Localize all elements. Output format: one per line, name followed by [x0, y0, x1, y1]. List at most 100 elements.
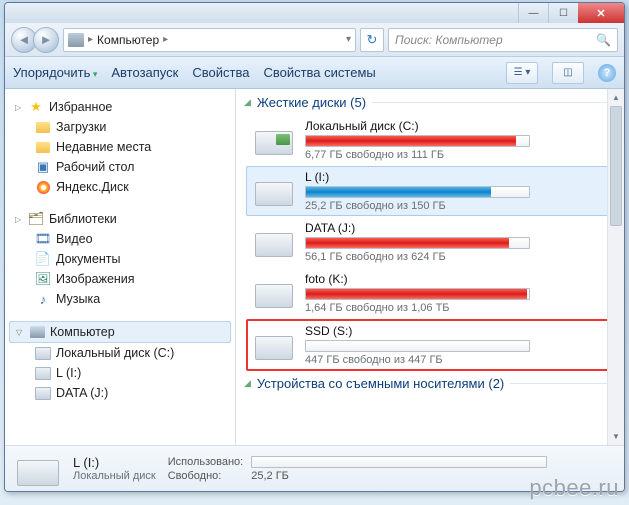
category-hard-disks[interactable]: ◢ Жесткие диски (5): [244, 91, 622, 114]
organize-menu[interactable]: Упорядочить: [13, 65, 97, 80]
desktop-icon: ▣: [35, 159, 51, 175]
address-history-dropdown[interactable]: ▾: [346, 34, 351, 45]
capacity-bar: [305, 340, 530, 352]
sidebar-item-label: Видео: [56, 232, 93, 246]
computer-label: Компьютер: [50, 325, 115, 339]
folder-icon: [35, 119, 51, 135]
sidebar-item-recent[interactable]: Недавние места: [9, 137, 231, 157]
sidebar-item-label: Яндекс.Диск: [56, 180, 129, 194]
content-pane: ◢ Жесткие диски (5) Локальный диск (C:) 6…: [236, 89, 624, 445]
help-button[interactable]: ?: [598, 64, 616, 82]
view-options-button[interactable]: ☰ ▾: [506, 62, 538, 84]
libraries-header[interactable]: ▷ 🗂 Библиотеки: [9, 209, 231, 229]
favorites-header[interactable]: ▷ ★ Избранное: [9, 97, 231, 117]
selected-drive-name: L (I:): [73, 455, 156, 470]
hdd-icon: [17, 452, 61, 486]
sidebar-item-desktop[interactable]: ▣ Рабочий стол: [9, 157, 231, 177]
sidebar-item-pictures[interactable]: 🖼Изображения: [9, 269, 231, 289]
titlebar: [5, 3, 624, 23]
hdd-icon: [35, 365, 51, 381]
sidebar-item-disk-data[interactable]: DATA (J:): [9, 383, 231, 403]
sidebar-item-yandex-disk[interactable]: Яндекс.Диск: [9, 177, 231, 197]
hdd-icon: [35, 385, 51, 401]
capacity-bar: [305, 135, 530, 147]
drive-free-text: 447 ГБ свободно из 447 ГБ: [305, 352, 613, 366]
drive-free-text: 1,64 ГБ свободно из 1,06 ТБ: [305, 300, 613, 314]
sidebar-item-label: Документы: [56, 252, 120, 266]
sidebar-item-local-disk-c[interactable]: Локальный диск (C:): [9, 343, 231, 363]
hdd-icon: [253, 170, 295, 206]
scroll-up-icon[interactable]: ▲: [608, 89, 624, 106]
breadcrumb[interactable]: Компьютер: [97, 33, 159, 47]
capacity-bar: [305, 186, 530, 198]
search-icon: 🔍: [596, 33, 611, 47]
category-removable[interactable]: ◢ Устройства со съемными носителями (2): [244, 372, 622, 395]
drive-item[interactable]: DATA (J:) 56,1 ГБ свободно из 624 ГБ: [246, 217, 620, 267]
collapse-icon: ▷: [15, 215, 23, 224]
system-properties-button[interactable]: Свойства системы: [263, 65, 375, 80]
sidebar-item-documents[interactable]: 📄 Документы: [9, 249, 231, 269]
drive-name: foto (K:): [305, 272, 613, 288]
hdd-icon: [253, 119, 295, 155]
computer-header[interactable]: ▽ Компьютер: [9, 321, 231, 343]
nav-toolbar: ◄ ► ▸ Компьютер ▸ ▾ ↻ Поиск: Компьютер 🔍: [5, 23, 624, 57]
drive-free-text: 6,77 ГБ свободно из 111 ГБ: [305, 147, 613, 161]
search-placeholder: Поиск: Компьютер: [395, 33, 503, 47]
scrollbar-thumb[interactable]: [610, 106, 622, 226]
drive-free-text: 56,1 ГБ свободно из 624 ГБ: [305, 249, 613, 263]
documents-icon: 📄: [35, 251, 51, 267]
libraries-icon: 🗂: [28, 211, 44, 227]
video-icon: 🎞: [35, 231, 51, 247]
properties-button[interactable]: Свойства: [192, 65, 249, 80]
address-bar[interactable]: ▸ Компьютер ▸ ▾: [63, 28, 356, 52]
sidebar-item-disk-l[interactable]: L (I:): [9, 363, 231, 383]
sidebar-item-label: L (I:): [56, 366, 81, 380]
yandex-disk-icon: [35, 179, 51, 195]
search-input[interactable]: Поиск: Компьютер 🔍: [388, 28, 618, 52]
chevron-right-icon[interactable]: ▸: [163, 34, 168, 45]
collapse-icon: ◢: [244, 378, 251, 389]
capacity-bar: [305, 237, 530, 249]
expand-icon: ▽: [16, 328, 24, 337]
scroll-down-icon[interactable]: ▼: [608, 428, 624, 445]
drive-name: SSD (S:): [305, 324, 613, 340]
sidebar-item-music[interactable]: ♪ Музыка: [9, 289, 231, 309]
capacity-bar: [305, 288, 530, 300]
used-label: Использовано:: [168, 456, 244, 468]
drive-free-text: 25,2 ГБ свободно из 150 ГБ: [305, 198, 613, 212]
sidebar-item-label: Рабочий стол: [56, 160, 134, 174]
drive-item[interactable]: SSD (S:) 447 ГБ свободно из 447 ГБ: [246, 319, 620, 371]
chevron-right-icon: ▸: [88, 34, 93, 45]
category-label: Устройства со съемными носителями (2): [257, 376, 504, 391]
watermark: pcbee.ru: [529, 475, 619, 501]
minimize-button[interactable]: [518, 3, 548, 23]
drive-item[interactable]: L (I:) 25,2 ГБ свободно из 150 ГБ: [246, 166, 620, 216]
sidebar-item-label: Музыка: [56, 292, 100, 306]
libraries-label: Библиотеки: [49, 212, 117, 226]
collapse-icon: ▷: [15, 103, 23, 112]
free-label: Свободно:: [168, 470, 244, 482]
sidebar-item-label: DATA (J:): [56, 386, 108, 400]
forward-button[interactable]: ►: [33, 27, 59, 53]
autorun-button[interactable]: Автозапуск: [111, 65, 178, 80]
pictures-icon: 🖼: [35, 271, 51, 287]
star-icon: ★: [28, 99, 44, 115]
hdd-icon: [253, 221, 295, 257]
drive-name: L (I:): [305, 170, 613, 186]
vertical-scrollbar[interactable]: ▲ ▼: [607, 89, 624, 445]
drive-item[interactable]: Локальный диск (C:) 6,77 ГБ свободно из 1…: [246, 115, 620, 165]
sidebar-item-downloads[interactable]: Загрузки: [9, 117, 231, 137]
computer-icon: [29, 324, 45, 340]
sidebar-item-label: Локальный диск (C:): [56, 346, 174, 360]
drive-item[interactable]: foto (K:) 1,64 ГБ свободно из 1,06 ТБ: [246, 268, 620, 318]
drive-name: Локальный диск (C:): [305, 119, 613, 135]
maximize-button[interactable]: [548, 3, 578, 23]
preview-pane-button[interactable]: ◫: [552, 62, 584, 84]
selected-drive-type: Локальный диск: [73, 470, 156, 482]
music-icon: ♪: [35, 291, 51, 307]
free-value: 25,2 ГБ: [251, 470, 547, 482]
drive-name: DATA (J:): [305, 221, 613, 237]
refresh-button[interactable]: ↻: [360, 28, 384, 52]
sidebar-item-video[interactable]: 🎞 Видео: [9, 229, 231, 249]
close-button[interactable]: [578, 3, 624, 23]
